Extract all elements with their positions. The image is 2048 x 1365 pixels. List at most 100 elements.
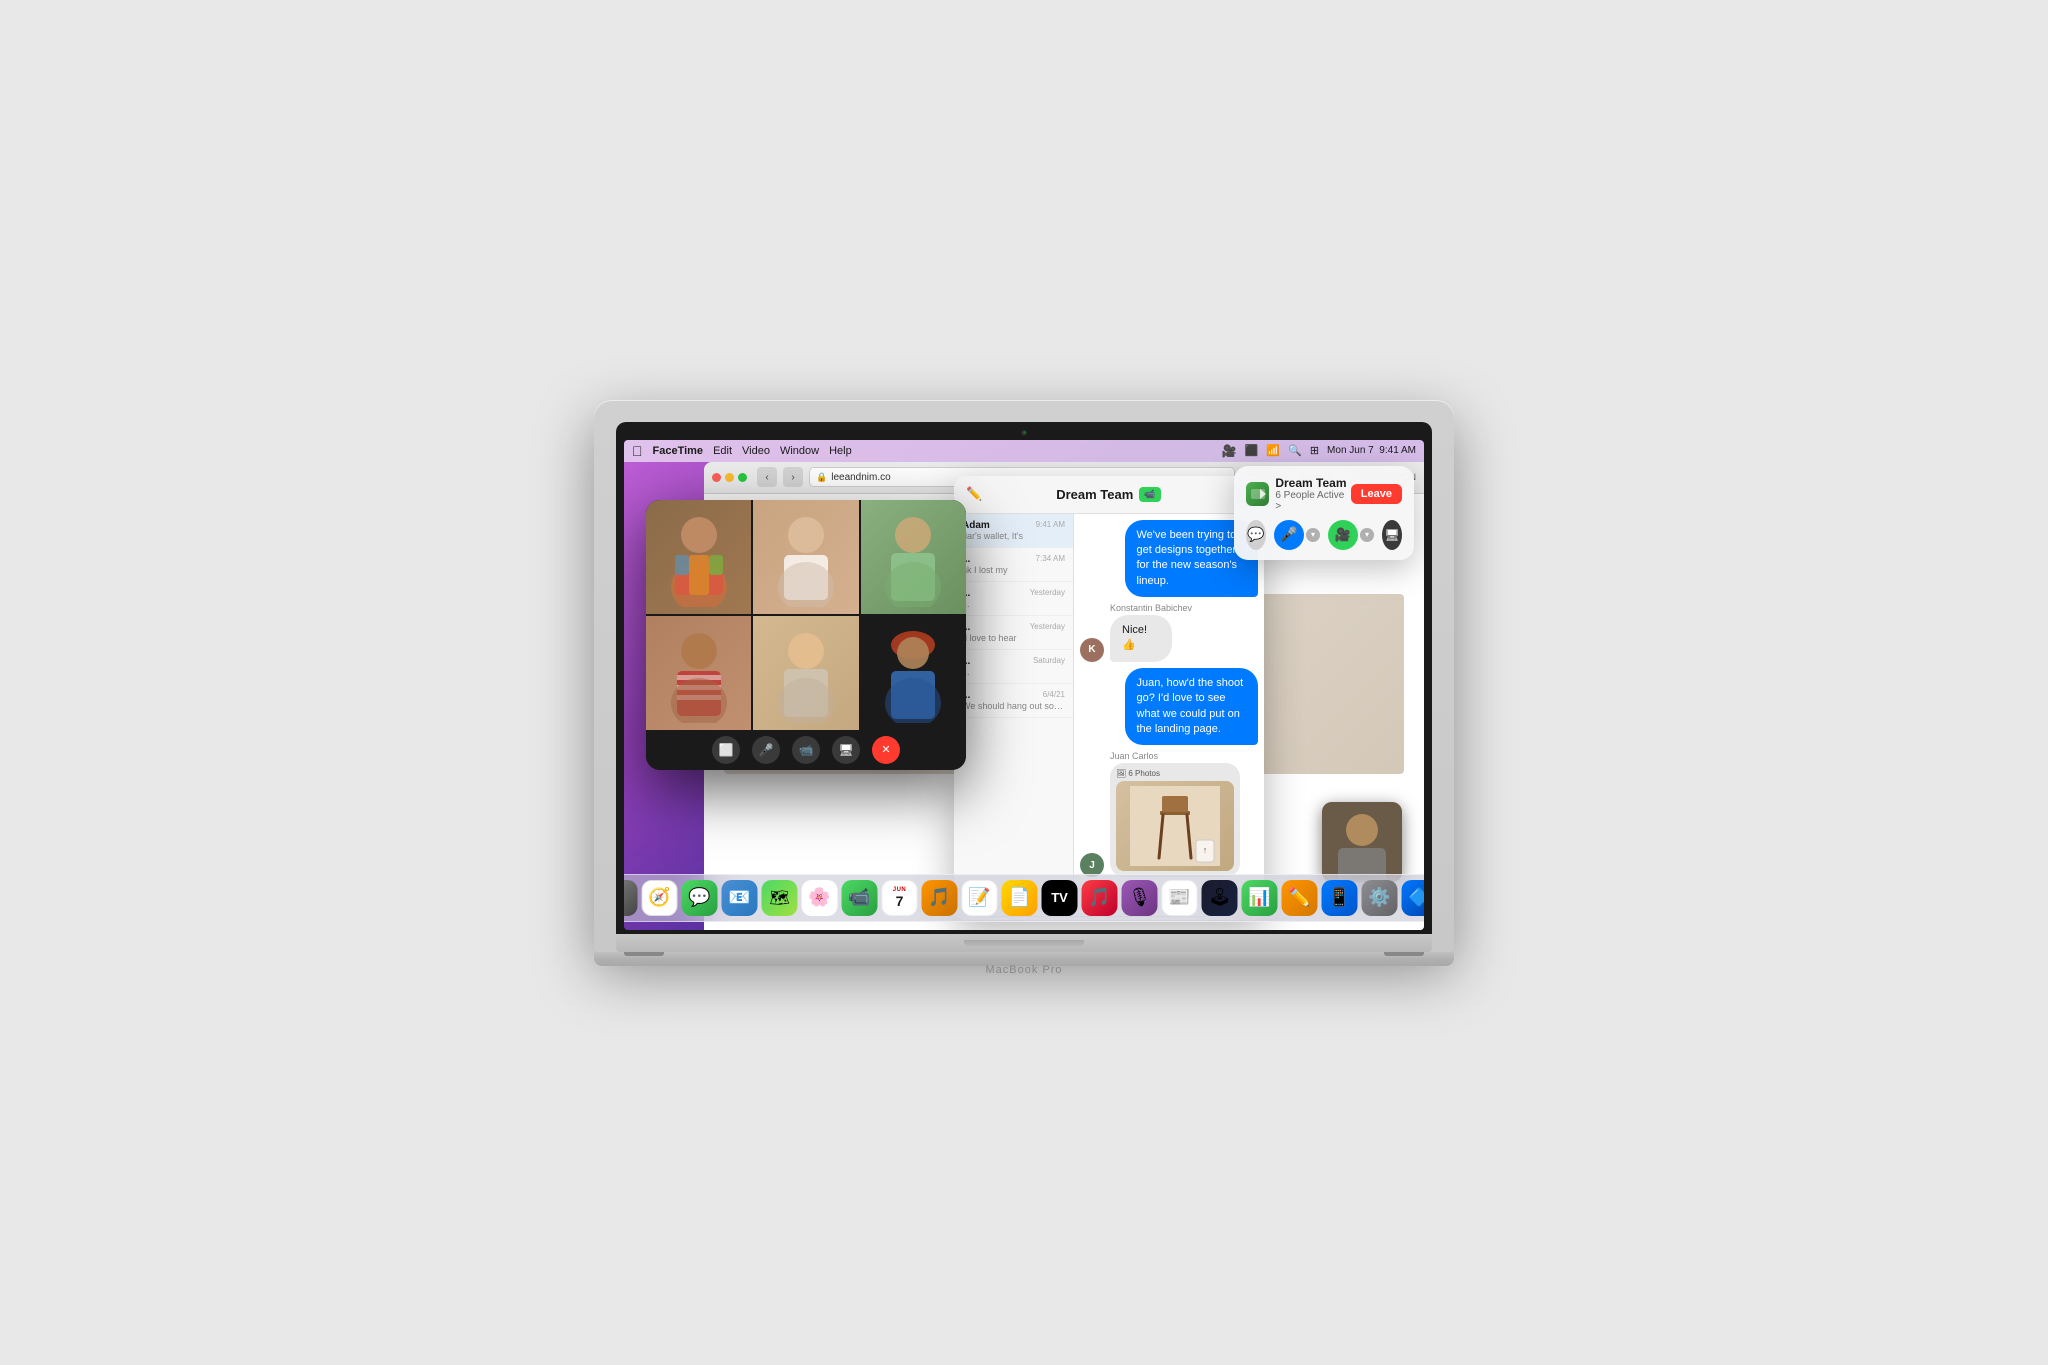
macbook-foot-right <box>1384 952 1424 956</box>
thumbnail-person <box>1322 802 1402 882</box>
back-button[interactable]: ‹ <box>757 467 777 487</box>
search-icon[interactable]: 🔍 <box>1288 444 1302 457</box>
dock-arcade[interactable]: 🕹 <box>1202 880 1238 916</box>
browser-traffic-lights <box>712 473 747 482</box>
chat-area: We've been trying to get designs togethe… <box>1074 514 1264 888</box>
dock-launchpad[interactable]: ⣿ <box>624 880 638 916</box>
facetime-controls: ⬜ 🎤 📹 🖥 ✕ <box>646 730 966 770</box>
wifi-icon: 📶 <box>1266 444 1280 457</box>
date-time: Mon Jun 7 9:41 AM <box>1327 445 1416 456</box>
chat-bubble-incoming-1-wrapper: K Konstantin Babichev Nice! 👍 <box>1080 603 1258 662</box>
notif-video-btn[interactable]: 🎥 <box>1328 520 1358 550</box>
notif-header: Dream Team 6 People Active > Leave <box>1246 476 1402 512</box>
avatar-konstantin: K <box>1080 638 1104 662</box>
lock-icon: 🔒 <box>816 472 827 483</box>
notification-popup: Dream Team 6 People Active > Leave 💬 🎤 ▾ <box>1234 466 1414 560</box>
facetime-grid <box>646 500 966 730</box>
macbook-label: MacBook Pro <box>985 964 1062 976</box>
forward-button[interactable]: › <box>783 467 803 487</box>
notif-controls: 💬 🎤 ▾ 🎥 ▾ 🖥 <box>1246 520 1402 550</box>
dock-reminders[interactable]: 📝 <box>962 880 998 916</box>
screen:  FaceTime Edit Video Window Help 🎥 ⬛ 📶 … <box>624 440 1424 930</box>
conv-item-3[interactable]: ... Yesterday ... <box>954 582 1073 616</box>
facetime-thumbnail <box>1322 802 1402 882</box>
minimize-button[interactable] <box>725 473 734 482</box>
close-button[interactable] <box>712 473 721 482</box>
conv-item-5[interactable]: ... Saturday ... <box>954 650 1073 684</box>
menu-video[interactable]: Video <box>742 445 770 457</box>
dock-calendar[interactable]: JUN 7 <box>882 880 918 916</box>
dock-photos[interactable]: 🌸 <box>802 880 838 916</box>
apple-logo[interactable]:  <box>632 443 643 459</box>
menu-window[interactable]: Window <box>780 445 819 457</box>
ft-share-btn[interactable]: 🖥 <box>832 736 860 764</box>
facetime-participant-3 <box>861 500 966 614</box>
notif-mic-dropdown[interactable]: ▾ <box>1306 528 1320 542</box>
dock-notes[interactable]: 📄 <box>1002 880 1038 916</box>
notif-app-icon <box>1246 482 1269 506</box>
dock-music[interactable]: 🎵 <box>1082 880 1118 916</box>
menu-bar-right: 🎥 ⬛ 📶 🔍 ⊞ Mon Jun 7 9:41 AM <box>1222 444 1416 458</box>
conv-item-2[interactable]: ... 7:34 AM nk I lost my <box>954 548 1073 582</box>
dock-numbers[interactable]: 📊 <box>1242 880 1278 916</box>
dock-safari[interactable]: 🧭 <box>642 880 678 916</box>
ft-video-btn[interactable]: 📹 <box>792 736 820 764</box>
messages-split: Adam 9:41 AM dar's wallet, It's ... 7:34… <box>954 514 1264 888</box>
chat-bubble-incoming-1: Nice! 👍 <box>1110 615 1172 662</box>
sender-label-juan: Juan Carlos <box>1110 751 1240 761</box>
menu-bar:  FaceTime Edit Video Window Help 🎥 ⬛ 📶 … <box>624 440 1424 462</box>
dock-pages[interactable]: ✏️ <box>1282 880 1318 916</box>
svg-text:↑: ↑ <box>1203 845 1208 855</box>
messages-facetime-icon[interactable]: 📹 <box>1139 487 1160 502</box>
messages-window: ✏️ Dream Team 📹 ℹ️ <box>954 476 1264 920</box>
notif-mic-btn[interactable]: 🎤 <box>1274 520 1304 550</box>
notif-title: Dream Team <box>1275 476 1350 490</box>
sender-label-konstantin: Konstantin Babichev <box>1110 603 1192 613</box>
facetime-participant-4 <box>646 616 751 730</box>
dock-garageband[interactable]: 🎵 <box>922 880 958 916</box>
conv-item-1[interactable]: Adam 9:41 AM dar's wallet, It's <box>954 514 1073 548</box>
notif-video-dropdown[interactable]: ▾ <box>1360 528 1374 542</box>
notif-subtitle: 6 People Active > <box>1275 490 1350 512</box>
messages-main: We've been trying to get designs togethe… <box>1074 514 1264 888</box>
macbook-base: MacBook Pro <box>594 952 1454 966</box>
messages-header: ✏️ Dream Team 📹 ℹ️ <box>954 476 1264 514</box>
macbook-bottom <box>616 934 1432 952</box>
leave-button[interactable]: Leave <box>1351 484 1402 504</box>
macbook-wrapper:  FaceTime Edit Video Window Help 🎥 ⬛ 📶 … <box>594 400 1454 966</box>
dock-facetime[interactable]: 📹 <box>842 880 878 916</box>
dock-appstore[interactable]: 📱 <box>1322 880 1358 916</box>
facetime-menu-icon: 🎥 <box>1222 444 1237 458</box>
macbook-body:  FaceTime Edit Video Window Help 🎥 ⬛ 📶 … <box>594 400 1454 952</box>
dock-maps[interactable]: 🗺 <box>762 880 798 916</box>
dock-appletv[interactable]: TV <box>1042 880 1078 916</box>
conv-item-4[interactable]: ... Yesterday d love to hear <box>954 616 1073 650</box>
chat-bubble-outgoing-2: Juan, how'd the shoot go? I'd love to se… <box>1125 668 1259 746</box>
dock-sysprefs[interactable]: ⚙️ <box>1362 880 1398 916</box>
dock-news[interactable]: 📰 <box>1162 880 1198 916</box>
notif-app-info: Dream Team 6 People Active > <box>1246 476 1351 512</box>
menu-edit[interactable]: Edit <box>713 445 732 457</box>
photo-grid: ↑ <box>1116 781 1234 871</box>
notif-screen-btn[interactable]: 🖥 <box>1382 520 1402 550</box>
facetime-participant-6 <box>861 616 966 730</box>
dock-mail[interactable]: 📧 <box>722 880 758 916</box>
control-center-icon[interactable]: ⊞ <box>1310 444 1319 457</box>
ft-mic-btn[interactable]: 🎤 <box>752 736 780 764</box>
ft-end-btn[interactable]: ✕ <box>872 736 900 764</box>
fullscreen-button[interactable] <box>738 473 747 482</box>
menu-bar-left:  FaceTime Edit Video Window Help <box>632 443 852 459</box>
photo-main: ↑ <box>1116 781 1234 871</box>
compose-icon[interactable]: ✏️ <box>966 486 982 502</box>
facetime-participant-2 <box>753 500 858 614</box>
dock-screens[interactable]: 🔷 <box>1402 880 1425 916</box>
dock-podcasts[interactable]: 🎙 <box>1122 880 1158 916</box>
messages-group-name: Dream Team <box>1056 487 1133 502</box>
app-name[interactable]: FaceTime <box>653 445 704 457</box>
dock-messages[interactable]: 💬 <box>682 880 718 916</box>
notif-message-btn[interactable]: 💬 <box>1246 520 1266 550</box>
ft-screen-btn[interactable]: ⬜ <box>712 736 740 764</box>
conv-item-6[interactable]: ... 6/4/21 We should hang out soon! Let … <box>954 684 1073 718</box>
url-text: leeandnim.co <box>831 472 890 483</box>
menu-help[interactable]: Help <box>829 445 852 457</box>
